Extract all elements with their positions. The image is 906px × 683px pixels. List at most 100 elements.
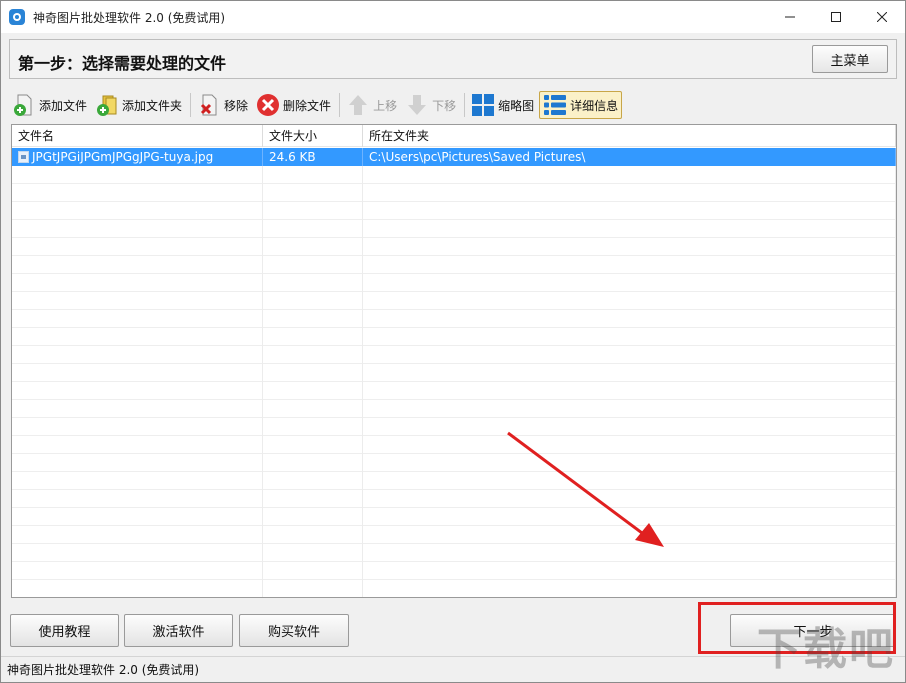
toolbar-separator [464, 93, 466, 117]
empty-cell [12, 274, 263, 292]
cell-folder: C:\Users\pc\Pictures\Saved Pictures\ [363, 148, 896, 166]
main-menu-button[interactable]: 主菜单 [812, 45, 888, 73]
column-header-folder[interactable]: 所在文件夹 [363, 125, 896, 147]
delete-file-button[interactable]: 删除文件 [253, 91, 334, 119]
empty-row [12, 454, 896, 472]
add-file-button[interactable]: 添加文件 [9, 91, 90, 119]
empty-cell [12, 328, 263, 346]
empty-row [12, 202, 896, 220]
column-header-filename[interactable]: 文件名 [12, 125, 263, 147]
empty-cell [263, 202, 363, 220]
remove-label: 移除 [224, 98, 249, 113]
empty-cell [263, 508, 363, 526]
empty-cell [12, 508, 263, 526]
empty-cell [263, 382, 363, 400]
list-icon [544, 95, 567, 115]
remove-icon [200, 94, 217, 116]
empty-cell [12, 364, 263, 382]
thumbnail-label: 缩略图 [498, 98, 535, 113]
empty-cell [12, 256, 263, 274]
empty-cell [363, 256, 896, 274]
empty-cell [363, 508, 896, 526]
empty-cell [12, 400, 263, 418]
empty-cell [12, 490, 263, 508]
empty-cell [263, 400, 363, 418]
empty-row [12, 526, 896, 544]
file-list[interactable]: 文件名 文件大小 所在文件夹 JPGtJPGiJPGmJPGgJPG-tuya.… [11, 124, 897, 598]
tutorial-button[interactable]: 使用教程 [10, 614, 119, 647]
move-up-label: 上移 [373, 98, 398, 113]
status-bar: 神奇图片批处理软件 2.0 (免费试用) [1, 656, 905, 682]
empty-row [12, 238, 896, 256]
move-up-button[interactable]: 上移 [343, 91, 400, 119]
arrow-down-icon [408, 95, 427, 115]
image-file-icon [18, 151, 29, 163]
empty-row [12, 508, 896, 526]
thumbnail-view-button[interactable]: 缩略图 [468, 91, 537, 119]
delete-circle-icon [257, 94, 280, 116]
empty-cell [263, 472, 363, 490]
add-folder-button[interactable]: 添加文件夹 [92, 91, 185, 119]
empty-cell [363, 490, 896, 508]
empty-row [12, 346, 896, 364]
title-bar: 神奇图片批处理软件 2.0 (免费试用) [1, 1, 905, 33]
cell-filename: JPGtJPGiJPGmJPGgJPG-tuya.jpg [12, 148, 263, 166]
empty-cell [363, 184, 896, 202]
empty-cell [363, 328, 896, 346]
delete-file-label: 删除文件 [283, 98, 332, 113]
empty-cell [12, 382, 263, 400]
maximize-button[interactable] [813, 1, 859, 33]
next-step-button[interactable]: 下一步 [730, 614, 896, 647]
add-folder-icon [97, 95, 117, 116]
remove-button[interactable]: 移除 [194, 91, 251, 119]
empty-cell [12, 526, 263, 544]
window-controls [767, 1, 905, 33]
empty-cell [263, 436, 363, 454]
empty-cell [363, 238, 896, 256]
close-button[interactable] [859, 1, 905, 33]
move-down-button[interactable]: 下移 [402, 91, 459, 119]
table-row[interactable]: JPGtJPGiJPGmJPGgJPG-tuya.jpg 24.6 KB C:\… [12, 148, 896, 166]
empty-cell [263, 220, 363, 238]
empty-cell [363, 292, 896, 310]
empty-row [12, 544, 896, 562]
empty-cell [12, 436, 263, 454]
empty-cell [12, 310, 263, 328]
empty-cell [363, 454, 896, 472]
empty-cell [12, 562, 263, 580]
empty-row [12, 490, 896, 508]
empty-cell [12, 166, 263, 184]
empty-cell [363, 580, 896, 597]
empty-cell [263, 238, 363, 256]
empty-row [12, 562, 896, 580]
activate-button[interactable]: 激活软件 [124, 614, 233, 647]
empty-cell [12, 454, 263, 472]
empty-row [12, 580, 896, 597]
empty-row [12, 382, 896, 400]
empty-cell [263, 292, 363, 310]
empty-cell [263, 580, 363, 597]
empty-cell [363, 166, 896, 184]
empty-cell [12, 544, 263, 562]
window-title: 神奇图片批处理软件 2.0 (免费试用) [33, 10, 226, 25]
filename-text: JPGtJPGiJPGmJPGgJPG-tuya.jpg [32, 150, 214, 164]
cell-filesize: 24.6 KB [263, 148, 363, 166]
empty-cell [263, 310, 363, 328]
empty-cell [12, 220, 263, 238]
empty-cell [363, 472, 896, 490]
details-view-button[interactable]: 详细信息 [539, 91, 623, 119]
empty-cell [363, 400, 896, 418]
minimize-button[interactable] [767, 1, 813, 33]
empty-cell [263, 166, 363, 184]
empty-cell [12, 238, 263, 256]
empty-row [12, 274, 896, 292]
buy-button[interactable]: 购买软件 [239, 614, 349, 647]
empty-cell [263, 184, 363, 202]
empty-cell [12, 346, 263, 364]
empty-cell [263, 328, 363, 346]
app-window: 神奇图片批处理软件 2.0 (免费试用) 第一步：选择需要处理的文件 主菜单 添… [0, 0, 906, 683]
minimize-icon [785, 16, 795, 18]
column-header-filesize[interactable]: 文件大小 [263, 125, 363, 147]
toolbar-separator [339, 93, 341, 117]
list-rows: JPGtJPGiJPGmJPGgJPG-tuya.jpg 24.6 KB C:\… [12, 148, 896, 597]
